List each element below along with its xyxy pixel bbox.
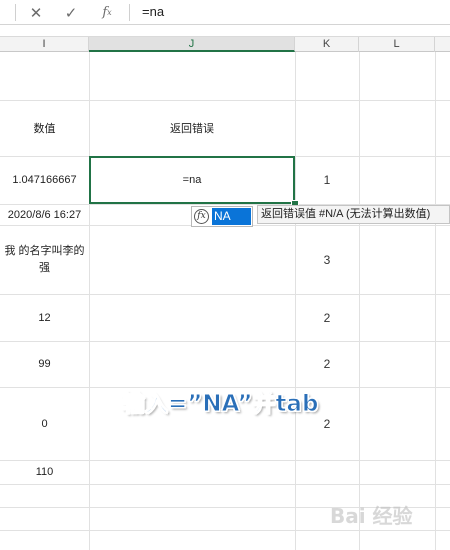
column-header-j[interactable]: J — [89, 37, 295, 52]
autocomplete-item-na[interactable]: NA — [212, 208, 251, 225]
check-icon[interactable]: ✓ — [57, 0, 85, 25]
cell-k-r3[interactable]: 3 — [295, 225, 359, 294]
spreadsheet-grid[interactable]: 数值 返回错误 1.047166667 1 2020/8/6 16:27 我 的… — [0, 52, 450, 550]
insert-function-icon[interactable]: fx — [93, 0, 121, 25]
column-header-i[interactable]: I — [0, 37, 89, 52]
tutorial-caption: 输入=”NA”并tab — [121, 391, 319, 418]
cell-i-r5[interactable]: 99 — [0, 341, 89, 387]
cell-i-header[interactable]: 数值 — [0, 100, 89, 156]
grid-line — [435, 52, 436, 550]
grid-line — [359, 52, 360, 550]
formula-input[interactable]: =na — [132, 0, 450, 25]
watermark: Bai 经验 — [330, 504, 413, 528]
cell-j-header[interactable]: 返回错误 — [89, 100, 295, 156]
cell-k-r1[interactable]: 1 — [295, 156, 359, 204]
cell-i-r7[interactable]: 110 — [0, 460, 89, 484]
cell-i-r2[interactable]: 2020/8/6 16:27 — [0, 204, 89, 225]
cell-k-r5[interactable]: 2 — [295, 341, 359, 387]
close-icon[interactable]: ✕ — [22, 0, 50, 25]
active-cell-j[interactable]: =na — [89, 156, 295, 204]
function-tooltip: 返回错误值 #N/A (无法计算出数值) — [257, 205, 450, 224]
function-icon: fx — [194, 209, 209, 224]
divider — [129, 4, 130, 21]
autocomplete-dropdown[interactable]: fx NA — [191, 206, 253, 227]
formula-bar: ✕ ✓ fx =na — [0, 0, 450, 25]
cell-i-r6[interactable]: 0 — [0, 387, 89, 460]
column-header-k[interactable]: K — [295, 37, 359, 52]
cell-i-r3[interactable]: 我 的名字叫李的强 — [0, 225, 89, 294]
grid-line — [0, 484, 450, 485]
column-header-row: I J K L — [0, 36, 450, 52]
divider — [15, 4, 16, 21]
grid-line — [0, 530, 450, 531]
column-header-l[interactable]: L — [359, 37, 435, 52]
cell-k-r4[interactable]: 2 — [295, 294, 359, 341]
cell-i-r4[interactable]: 12 — [0, 294, 89, 341]
cell-i-r1[interactable]: 1.047166667 — [0, 156, 89, 204]
